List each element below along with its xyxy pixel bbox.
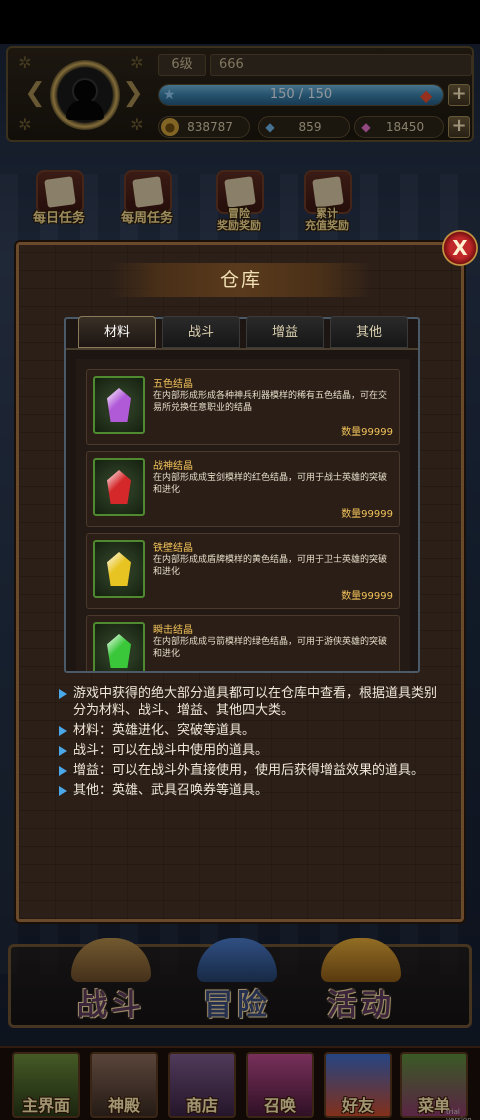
item-description: 在内部形成成弓箭模样的绿色结晶，可用于游侠英雄的突破和进化: [153, 637, 388, 659]
item-name: 五色结晶: [153, 379, 193, 390]
help-line: 其他：英雄、武具召唤券等道具。: [59, 782, 437, 799]
help-line: 增益：可以在战斗外直接使用，使用后获得增益效果的道具。: [59, 762, 437, 779]
item-quantity: 数量99999: [341, 509, 393, 520]
item-quantity: 数量99999: [341, 591, 393, 602]
list-item[interactable]: 战神结晶 在内部形成成宝剑模样的红色结晶，可用于战士英雄的突破和进化 数量999…: [86, 451, 400, 527]
crystal-gem: [107, 552, 131, 586]
crystal-gem: [107, 634, 131, 668]
status-bar-area: [0, 0, 480, 44]
dialog-title: 仓库: [219, 269, 262, 291]
crystal-icon: [93, 376, 145, 434]
tab-battle[interactable]: 战斗: [162, 316, 240, 348]
item-name: 瞬击结晶: [153, 625, 193, 636]
tab-materials[interactable]: 材料: [78, 316, 156, 348]
crystal-gem: [107, 470, 131, 504]
item-description: 在内部形成形成各种神兵利器模样的稀有五色结晶，可在交易所兑换任意职业的结晶: [153, 391, 388, 413]
item-quantity: 数量99999: [341, 427, 393, 438]
list-item[interactable]: 五色结晶 在内部形成形成各种神兵利器模样的稀有五色结晶，可在交易所兑换任意职业的…: [86, 369, 400, 445]
tab-buff[interactable]: 增益: [246, 316, 324, 348]
list-item[interactable]: 铁壁结晶 在内部形成成盾牌模样的黄色结晶，可用于卫士英雄的突破和进化 数量999…: [86, 533, 400, 609]
crystal-gem: [107, 388, 131, 422]
list-item[interactable]: 瞬击结晶 在内部形成成弓箭模样的绿色结晶，可用于游侠英雄的突破和进化: [86, 615, 400, 671]
help-line: 游戏中获得的绝大部分道具都可以在仓库中查看，根据道具类别分为材料、战斗、增益、其…: [59, 685, 437, 719]
crystal-icon: [93, 540, 145, 598]
crystal-icon: [93, 622, 145, 671]
item-list[interactable]: 五色结晶 在内部形成形成各种神兵利器模样的稀有五色结晶，可在交易所兑换任意职业的…: [76, 359, 410, 671]
item-name: 战神结晶: [153, 461, 193, 472]
item-description: 在内部形成成宝剑模样的红色结晶，可用于战士英雄的突破和进化: [153, 473, 388, 495]
inventory-panel: 材料 战斗 增益 其他 五色结晶 在内部形成形成各种神兵利器模样的稀有五色结晶，…: [64, 316, 420, 673]
help-line: 材料：英雄进化、突破等道具。: [59, 722, 437, 739]
warehouse-dialog: 仓库 材料 战斗 增益 其他 五色结晶 在内部形成形成各种神兵利器模样的稀有五色…: [16, 242, 464, 922]
item-name: 铁壁结晶: [153, 543, 193, 554]
close-button[interactable]: X: [442, 230, 478, 266]
help-line: 战斗：可以在战斗中使用的道具。: [59, 742, 437, 759]
help-text: 游戏中获得的绝大部分道具都可以在仓库中查看，根据道具类别分为材料、战斗、增益、其…: [59, 685, 437, 802]
crystal-icon: [93, 458, 145, 516]
item-description: 在内部形成成盾牌模样的黄色结晶，可用于卫士英雄的突破和进化: [153, 555, 388, 577]
tab-other[interactable]: 其他: [330, 316, 408, 348]
